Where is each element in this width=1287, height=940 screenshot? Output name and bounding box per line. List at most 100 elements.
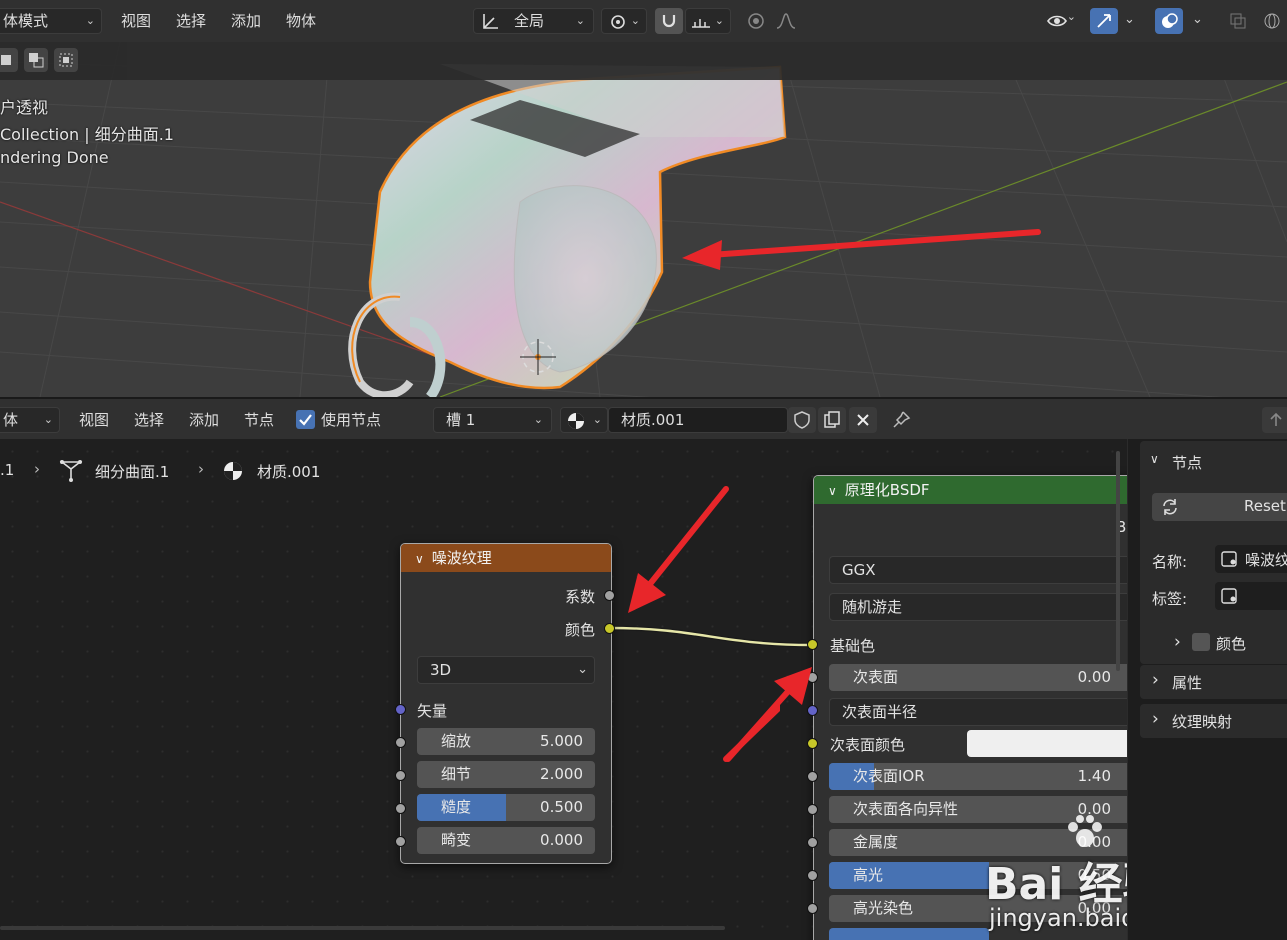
bsdf-node-header[interactable]: ∨ 原理化BSDF [814,476,1127,504]
noise-node-header[interactable]: ∨ 噪波纹理 [401,544,611,572]
node-editor-header: 体 ⌄ 视图 选择 添加 节点 使用节点 槽 1 ⌄ ⌄ 材质.001 [0,397,1287,441]
viewport-header: 体模式 ⌄ 视图 选择 添加 物体 全局 ⌄ ⌄ ⌄ ⌄ ⌄ ⌄ [0,0,1287,43]
overlays-icon [1162,13,1178,28]
material-slot-dropdown[interactable]: 槽 1 ⌄ [433,407,552,433]
falloff-dropdown[interactable] [772,8,800,34]
parent-node-tree-button[interactable] [1262,407,1287,433]
node-menu-node[interactable]: 节点 [244,410,274,430]
noise-scale-field[interactable]: 缩放 5.000 [417,728,595,755]
unlink-material-button[interactable] [849,407,877,433]
chevron-right-icon: › [1152,670,1159,690]
distribution-dropdown[interactable]: GGX [829,556,1127,584]
fake-user-button[interactable] [788,407,816,433]
pin-button[interactable] [887,407,915,433]
base-color-input-socket[interactable] [807,639,818,650]
vector-input-socket[interactable] [395,704,406,715]
detail-input-socket[interactable] [395,770,406,781]
node-editor-canvas[interactable]: .1 › 细分曲面.1 › 材质.001 ∨ 噪波纹理 系数 颜色 3D ⌄ 矢量… [0,439,1127,940]
visibility-dropdown[interactable]: ⌄ [1034,8,1080,34]
node-menu-add[interactable]: 添加 [189,410,219,430]
proportional-edit-toggle[interactable] [742,8,770,34]
select-mode-new-button[interactable] [0,48,18,72]
scale-value: 5.000 [540,732,583,750]
output-fac-label: 系数 [564,588,595,606]
pivot-point-dropdown[interactable]: ⌄ [601,8,647,34]
transform-orientation-dropdown[interactable]: 全局 ⌄ [473,8,594,34]
specular-input-socket[interactable] [807,870,818,881]
noise-distortion-field[interactable]: 畸变 0.000 [417,827,595,854]
subsurface-color-swatch[interactable] [967,730,1127,757]
material-browse-button[interactable]: ⌄ [560,407,608,433]
menu-view[interactable]: 视图 [121,11,151,31]
distortion-input-socket[interactable] [395,836,406,847]
viewport-scene [0,42,1287,397]
chevron-down-icon[interactable]: ⌄ [1124,12,1135,27]
proportional-edit-icon [748,13,764,29]
chevron-right-icon[interactable]: › [1174,632,1181,652]
scale-input-socket[interactable] [395,737,406,748]
properties-panel[interactable]: › 属性 [1140,665,1287,699]
chevron-down-icon: ⌄ [533,413,543,426]
subsurface-ior-field[interactable]: 次表面IOR 1.40 [829,763,1127,790]
noise-dimensions-dropdown[interactable]: 3D ⌄ [417,656,595,684]
chevron-down-icon: ⌄ [575,14,585,27]
material-name-field[interactable]: 材质.001 [608,407,788,433]
select-mode-extend-button[interactable] [24,48,48,72]
editor-type-dropdown[interactable]: 体 ⌄ [0,407,60,433]
node-menu-select[interactable]: 选择 [134,410,164,430]
horizontal-scrollbar[interactable] [0,926,725,930]
reset-node-button[interactable]: Reset [1152,493,1287,521]
eye-icon [1047,15,1067,27]
subsurface-method-dropdown[interactable]: 随机游走 [829,593,1127,621]
menu-select[interactable]: 选择 [176,11,206,31]
wireframe-shading-button[interactable] [1258,8,1286,34]
snap-increment-icon [692,19,710,28]
node-name-field[interactable]: 噪波纹 [1215,545,1287,573]
subsurface-ior-label: 次表面IOR [853,767,925,785]
3d-viewport[interactable]: 户透视 Collection | 细分曲面.1 ndering Done [0,42,1287,397]
specular-tint-input-socket[interactable] [807,903,818,914]
menu-object[interactable]: 物体 [286,11,316,31]
node-color-checkbox[interactable] [1192,633,1210,651]
xray-toggle[interactable] [1224,8,1252,34]
vector-input-label: 矢量 [417,702,448,720]
noise-roughness-field[interactable]: 糙度 0.500 [417,794,595,821]
menu-add[interactable]: 添加 [231,11,261,31]
use-nodes-checkbox[interactable] [296,410,315,429]
baidu-watermark: Bai 经验 jingyan.baidu.com [985,814,1127,934]
subsurface-radius-field[interactable]: 次表面半径 [829,698,1127,726]
scale-label: 缩放 [441,732,472,750]
view-name-text: 户透视 [0,98,49,117]
select-subtract-icon [59,53,73,67]
node-label-field[interactable] [1215,582,1287,610]
overlays-toggle[interactable] [1155,8,1183,34]
vertical-scrollbar[interactable] [1116,451,1120,671]
texture-mapping-panel[interactable]: › 纹理映射 [1140,704,1287,738]
subsurface-anisotropy-input-socket[interactable] [807,804,818,815]
output-color-label: 颜色 [564,621,595,639]
gizmo-toggle[interactable] [1090,8,1118,34]
roughness-input-socket[interactable] [395,803,406,814]
expand-chevron-icon[interactable]: ∨ [1150,452,1159,466]
node-panel-title[interactable]: 节点 [1172,452,1202,473]
magnet-icon [662,15,676,28]
chevron-down-icon: ⌄ [1066,10,1076,23]
chevron-down-icon[interactable]: ⌄ [1192,12,1203,27]
checkmark-icon [299,414,312,426]
noise-detail-field[interactable]: 细节 2.000 [417,761,595,788]
snap-toggle[interactable] [655,8,683,34]
subsurface-field[interactable]: 次表面 0.00 [829,664,1127,691]
roughness-value: 0.500 [540,798,583,816]
noise-texture-node[interactable]: ∨ 噪波纹理 系数 颜色 3D ⌄ 矢量 缩放 5.000 细节 2.000 糙度… [400,543,612,864]
metallic-input-socket[interactable] [807,837,818,848]
interaction-mode-dropdown[interactable]: 体模式 ⌄ [0,8,102,34]
snap-target-dropdown[interactable]: ⌄ [685,8,731,34]
chevron-down-icon: ⌄ [592,413,602,426]
select-mode-subtract-button[interactable] [54,48,78,72]
watermark-url: jingyan.baidu.com [989,904,1127,932]
duplicate-material-button[interactable] [818,407,846,433]
subsurface-ior-input-socket[interactable] [807,771,818,782]
select-new-icon [1,55,11,65]
node-menu-view[interactable]: 视图 [79,410,109,430]
roughness-fill-bar[interactable] [829,928,989,940]
